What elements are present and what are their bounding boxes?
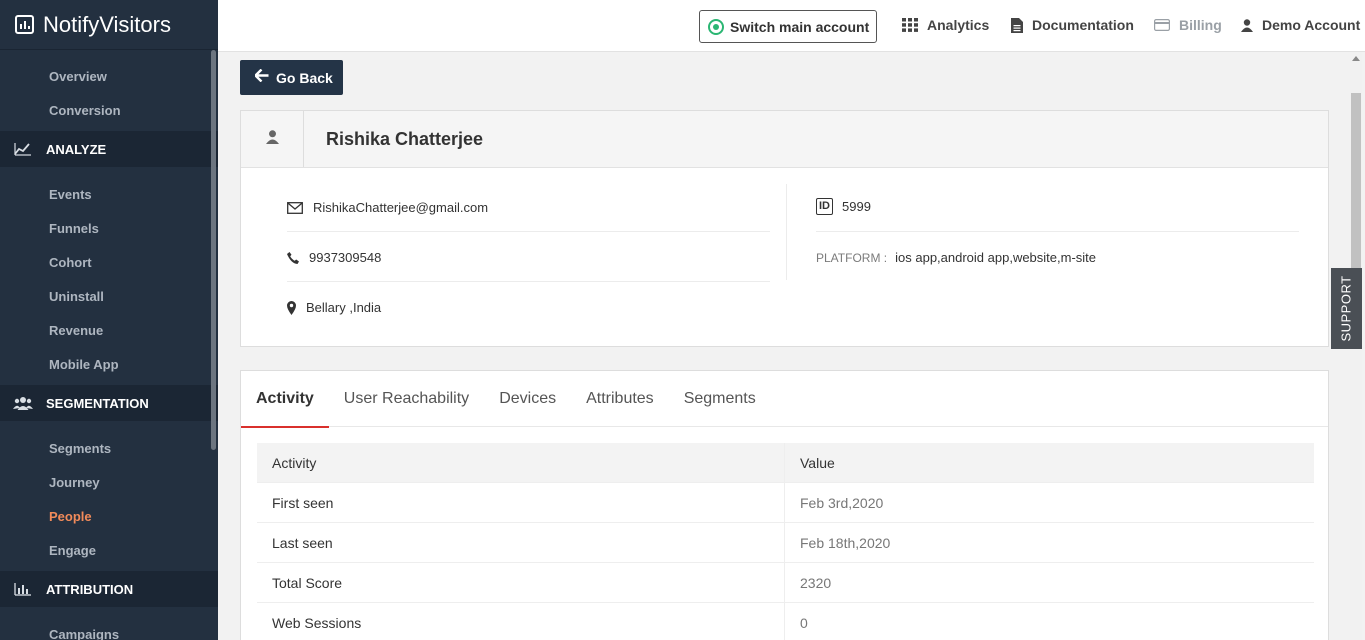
value-cell: Feb 18th,2020 <box>800 534 891 551</box>
activity-cell: Last seen <box>257 523 785 562</box>
platform-row: PLATFORM : ios app,android app,website,m… <box>816 250 1096 265</box>
envelope-icon <box>287 201 303 214</box>
platform-value: ios app,android app,website,m-site <box>895 250 1097 265</box>
top-bar: Switch main account Analytics Documentat… <box>218 0 1365 52</box>
sidebar-section-segmentation[interactable]: SEGMENTATION <box>0 385 218 421</box>
table-row: First seen Feb 3rd,2020 <box>257 483 1314 523</box>
user-id-row: ID 5999 <box>816 198 871 215</box>
column-header-activity: Activity <box>257 443 785 482</box>
analytics-link[interactable]: Analytics <box>902 17 989 33</box>
brand-logo[interactable]: NotifyVisitors <box>0 0 218 50</box>
sidebar-item-events[interactable]: Events <box>0 177 218 211</box>
sidebar-section-label: ATTRIBUTION <box>46 581 134 597</box>
brand-name: NotifyVisitors <box>43 11 171 37</box>
profile-name: Rishika Chatterjee <box>326 128 484 149</box>
profile-header: Rishika Chatterjee <box>241 111 1328 168</box>
sidebar-item-journey[interactable]: Journey <box>0 465 218 499</box>
location-value: Bellary ,India <box>306 300 382 315</box>
tab-user-reachability[interactable]: User Reachability <box>329 371 484 427</box>
chart-logo-icon <box>15 15 34 34</box>
sidebar-section-label: ANALYZE <box>46 141 107 157</box>
bar-chart-icon <box>0 582 46 596</box>
phone-icon <box>287 251 299 264</box>
table-header-row: Activity Value <box>257 443 1314 483</box>
tab-attributes[interactable]: Attributes <box>571 371 669 427</box>
sidebar-section-attribution[interactable]: ATTRIBUTION <box>0 571 218 607</box>
sidebar-item-revenue[interactable]: Revenue <box>0 313 218 347</box>
phone-value: 9937309548 <box>309 250 382 265</box>
documentation-label: Documentation <box>1032 17 1134 33</box>
avatar <box>241 111 304 167</box>
sidebar-item-overview[interactable]: Overview <box>0 59 218 93</box>
grid-icon <box>902 18 918 32</box>
account-menu[interactable]: Demo Account <box>1241 17 1360 33</box>
documentation-link[interactable]: Documentation <box>1011 17 1134 33</box>
sidebar-section-label: SEGMENTATION <box>46 395 149 411</box>
phone-row: 9937309548 <box>287 250 381 265</box>
switch-account-label: Switch main account <box>730 18 870 35</box>
support-label: SUPPORT <box>1339 275 1355 342</box>
map-marker-icon <box>287 300 296 315</box>
billing-label: Billing <box>1179 17 1222 33</box>
user-icon <box>265 129 279 149</box>
switch-main-account-button[interactable]: Switch main account <box>699 10 877 43</box>
tab-segments[interactable]: Segments <box>669 371 771 427</box>
value-cell: 2320 <box>800 574 832 591</box>
page-scrollbar-thumb[interactable] <box>1351 93 1361 273</box>
sidebar-item-conversion[interactable]: Conversion <box>0 93 218 127</box>
table-row: Total Score 2320 <box>257 563 1314 603</box>
sidebar-item-cohort[interactable]: Cohort <box>0 245 218 279</box>
table-row: Web Sessions 0 <box>257 603 1314 640</box>
radio-dot-icon <box>708 18 724 35</box>
sidebar-scrollbar[interactable] <box>211 50 216 450</box>
sidebar-item-engage[interactable]: Engage <box>0 533 218 567</box>
go-back-label: Go Back <box>276 69 333 86</box>
sidebar-item-campaigns[interactable]: Campaigns <box>0 617 218 640</box>
sidebar-item-uninstall[interactable]: Uninstall <box>0 279 218 313</box>
email-row: RishikaChatterjee@gmail.com <box>287 200 488 215</box>
sidebar-item-people[interactable]: People <box>0 499 218 533</box>
user-id-value: 5999 <box>842 199 871 214</box>
activity-cell: Web Sessions <box>257 603 785 640</box>
scroll-up-arrow-icon[interactable] <box>1352 56 1360 61</box>
support-tab-button[interactable]: SUPPORT <box>1331 268 1362 349</box>
users-icon <box>0 396 46 410</box>
arrow-left-icon <box>253 68 269 86</box>
activity-cell: Total Score <box>257 563 785 602</box>
credit-card-icon <box>1154 19 1170 31</box>
tab-activity[interactable]: Activity <box>241 371 329 428</box>
document-icon <box>1011 17 1023 33</box>
account-label: Demo Account <box>1262 17 1361 33</box>
column-header-value: Value <box>800 454 835 471</box>
tab-devices[interactable]: Devices <box>484 371 571 427</box>
activity-cell: First seen <box>257 483 785 522</box>
id-badge-icon: ID <box>816 198 833 215</box>
value-cell: 0 <box>800 614 808 631</box>
analytics-label: Analytics <box>927 17 990 33</box>
sidebar-item-funnels[interactable]: Funnels <box>0 211 218 245</box>
go-back-button[interactable]: Go Back <box>240 60 343 95</box>
sidebar-item-segments[interactable]: Segments <box>0 431 218 465</box>
platform-label: PLATFORM : <box>816 250 888 265</box>
tab-bar: Activity User Reachability Devices Attri… <box>241 371 1328 428</box>
profile-card: Rishika Chatterjee RishikaChatterjee@gma… <box>240 110 1329 347</box>
location-row: Bellary ,India <box>287 300 381 315</box>
table-row: Last seen Feb 18th,2020 <box>257 523 1314 563</box>
email-value: RishikaChatterjee@gmail.com <box>313 200 489 215</box>
value-cell: Feb 3rd,2020 <box>800 494 884 511</box>
activity-table: Activity Value First seen Feb 3rd,2020 L… <box>257 443 1314 640</box>
activity-panel: Activity User Reachability Devices Attri… <box>240 370 1329 640</box>
line-chart-icon <box>0 142 46 156</box>
billing-link[interactable]: Billing <box>1154 17 1222 33</box>
sidebar-item-mobile-app[interactable]: Mobile App <box>0 347 218 381</box>
sidebar: NotifyVisitors Overview Conversion ANALY… <box>0 0 218 640</box>
sidebar-section-analyze[interactable]: ANALYZE <box>0 131 218 167</box>
user-icon <box>1241 18 1253 32</box>
